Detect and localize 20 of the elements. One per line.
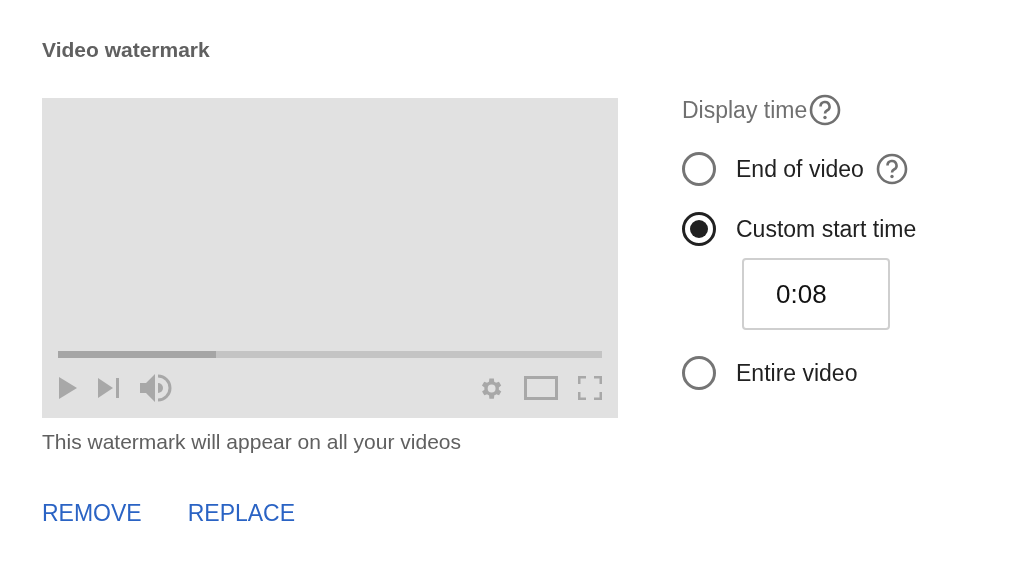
fullscreen-icon[interactable] xyxy=(578,376,602,400)
option-label: Entire video xyxy=(736,359,858,387)
volume-icon[interactable] xyxy=(140,374,172,402)
play-icon[interactable] xyxy=(58,376,78,400)
time-field[interactable]: 0:08 xyxy=(742,258,890,330)
help-icon[interactable] xyxy=(809,94,842,126)
option-label: Custom start time xyxy=(736,215,917,243)
display-time-label: Display time xyxy=(682,96,808,124)
next-icon[interactable] xyxy=(98,378,120,398)
radio-button[interactable] xyxy=(682,152,716,186)
theater-mode-icon[interactable] xyxy=(524,376,558,400)
action-link[interactable]: REMOVE xyxy=(42,500,142,527)
progress-track[interactable] xyxy=(58,351,602,358)
help-icon[interactable] xyxy=(875,153,908,185)
radio-button[interactable] xyxy=(682,212,716,246)
caption-text: This watermark will appear on all your videos xyxy=(42,430,462,454)
radio-button[interactable] xyxy=(682,356,716,390)
action-link[interactable]: REPLACE xyxy=(187,500,296,527)
section-title: Video watermark xyxy=(42,38,211,63)
option-label: End of video xyxy=(736,155,864,183)
